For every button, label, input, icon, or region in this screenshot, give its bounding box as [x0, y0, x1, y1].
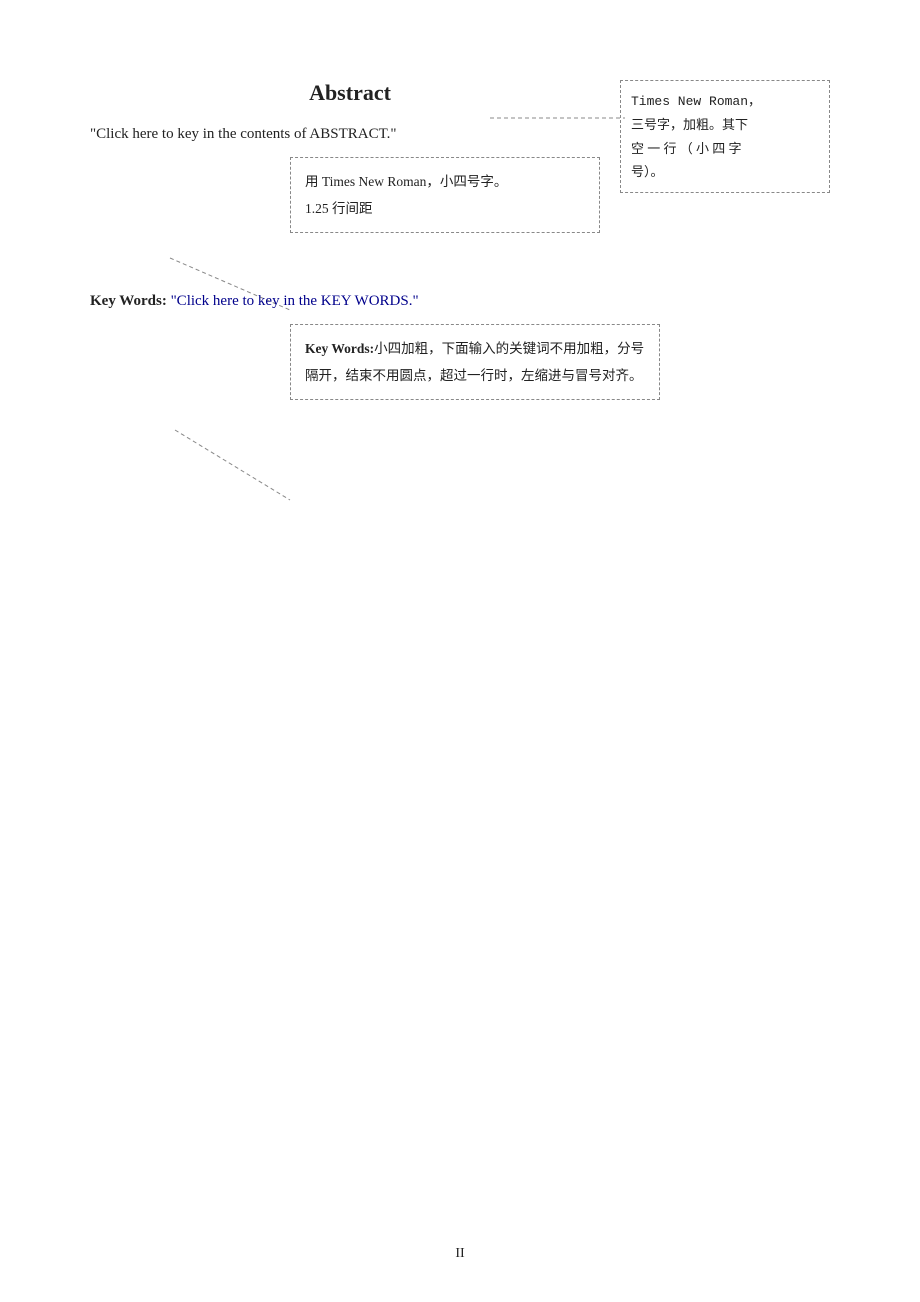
annotation-content-line2: 1.25 行间距	[305, 201, 373, 216]
page-number: II	[455, 1246, 464, 1262]
annotation-kw-bold: Key Words:	[305, 341, 374, 356]
keywords-link[interactable]: "Click here to key in the KEY WORDS."	[171, 293, 419, 309]
keywords-label: Key Words:	[90, 293, 167, 309]
abstract-title: Abstract	[90, 80, 610, 106]
keywords-section: Key Words: "Click here to key in the KEY…	[90, 293, 830, 400]
page: Times New Roman， 三号字，加粗。其下 空 一 行 （ 小 四 字…	[0, 0, 920, 1302]
abstract-section: Times New Roman， 三号字，加粗。其下 空 一 行 （ 小 四 字…	[90, 80, 830, 233]
annotation-box-keywords: Key Words:小四加粗，下面输入的关键词不用加粗，分号隔开，结束不用圆点，…	[290, 324, 660, 400]
annotation-box-content: 用 Times New Roman，小四号字。 1.25 行间距	[290, 157, 600, 233]
keywords-line: Key Words: "Click here to key in the KEY…	[90, 293, 830, 310]
annotation-title-text: Times New Roman， 三号字，加粗。其下 空 一 行 （ 小 四 字…	[631, 93, 761, 179]
annotation-content-line1: 用 Times New Roman，小四号字。	[305, 174, 507, 189]
annotation-box-title: Times New Roman， 三号字，加粗。其下 空 一 行 （ 小 四 字…	[620, 80, 830, 193]
